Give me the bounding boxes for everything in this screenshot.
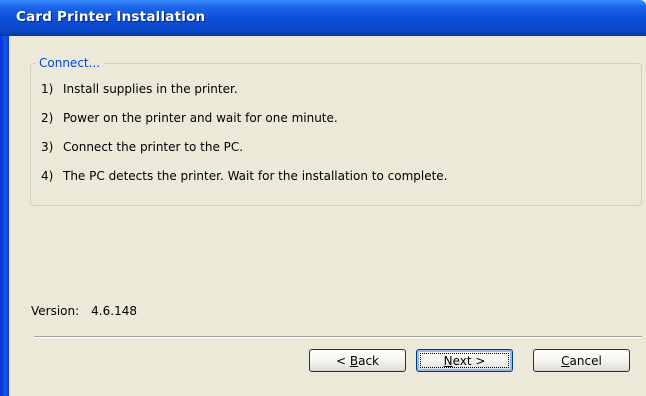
- back-accelerator: B: [349, 353, 359, 368]
- installer-window: Card Printer Installation Connect... 1) I…: [0, 0, 646, 396]
- step-3: 3) Connect the printer to the PC.: [41, 140, 243, 154]
- cancel-button[interactable]: Cancel: [533, 349, 630, 372]
- version-value: 4.6.148: [91, 304, 137, 318]
- back-arrow: <: [335, 353, 350, 368]
- step-text: Power on the printer and wait for one mi…: [63, 111, 338, 125]
- step-number: 3): [41, 140, 54, 154]
- next-label-rest: ext: [452, 353, 472, 368]
- step-number: 4): [41, 169, 54, 183]
- back-button-label: < Back: [310, 350, 405, 371]
- window-left-border: [0, 0, 9, 396]
- dialog-client-area: Connect... 1) Install supplies in the pri…: [9, 36, 646, 396]
- step-4: 4) The PC detects the printer. Wait for t…: [41, 169, 448, 183]
- step-2: 2) Power on the printer and wait for one …: [41, 111, 338, 125]
- cancel-button-label: Cancel: [534, 350, 629, 371]
- step-1: 1) Install supplies in the printer.: [41, 82, 238, 96]
- step-text: The PC detects the printer. Wait for the…: [63, 169, 448, 183]
- back-button[interactable]: < Back: [309, 349, 406, 372]
- version-label: Version:: [31, 304, 80, 318]
- version-info: Version: 4.6.148: [31, 304, 137, 318]
- cancel-label-rest: ancel: [569, 353, 602, 368]
- next-accelerator: N: [443, 353, 453, 368]
- next-arrow: >: [471, 353, 486, 368]
- back-label-rest: ack: [358, 353, 379, 368]
- title-bar[interactable]: Card Printer Installation: [0, 0, 646, 36]
- step-number: 2): [41, 111, 54, 125]
- groupbox-legend: Connect...: [36, 56, 104, 70]
- window-title: Card Printer Installation: [16, 9, 206, 25]
- cancel-accelerator: C: [561, 353, 570, 368]
- connect-groupbox: Connect... 1) Install supplies in the pri…: [30, 56, 642, 206]
- step-text: Install supplies in the printer.: [63, 82, 238, 96]
- button-separator: [34, 336, 642, 338]
- next-button-label: Next >: [420, 353, 509, 368]
- step-text: Connect the printer to the PC.: [63, 140, 244, 154]
- next-button[interactable]: Next >: [416, 349, 513, 372]
- step-number: 1): [41, 82, 54, 96]
